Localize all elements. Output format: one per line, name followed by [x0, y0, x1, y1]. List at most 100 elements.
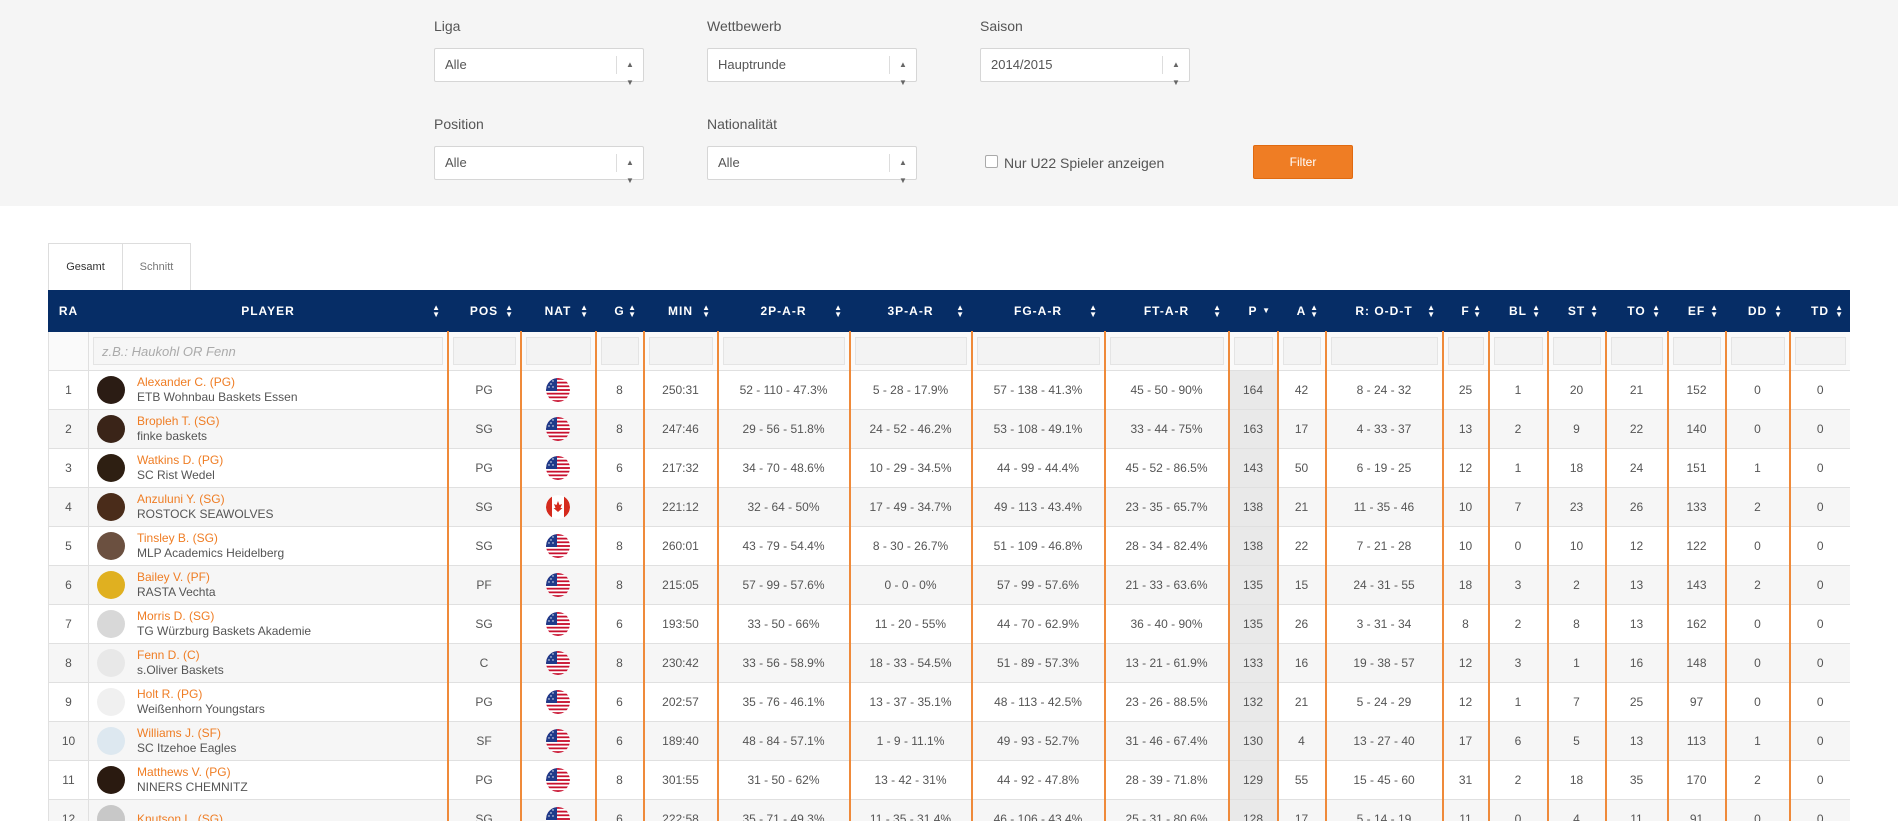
- player-name-link[interactable]: Morris D. (SG): [137, 609, 311, 624]
- a-cell: 22: [1276, 526, 1326, 566]
- column-filter-input[interactable]: [1233, 337, 1273, 365]
- column-filter-input[interactable]: [1330, 337, 1438, 365]
- player-name-link[interactable]: Knutson L. (SG): [137, 812, 223, 821]
- sort-icon: ▲ ▼: [580, 303, 588, 319]
- column-filter-input[interactable]: [1610, 337, 1663, 365]
- table-row: 12 Knutson L. (SG) SG 6 222:58 35 - 71 - 49.3…: [48, 799, 1850, 821]
- column-filter-input[interactable]: [1109, 337, 1224, 365]
- column-header-label: ST: [1567, 304, 1586, 318]
- player-cell: Bailey V. (PF) RASTA Vechta: [88, 565, 448, 605]
- column-header-ef[interactable]: EF ▲ ▼: [1667, 290, 1726, 332]
- column-filter-input[interactable]: [452, 337, 516, 365]
- wettbewerb-select[interactable]: Hauptrunde ▲ ▼: [707, 48, 917, 87]
- column-header-pos[interactable]: POS ▲ ▼: [447, 290, 521, 332]
- saison-select[interactable]: 2014/2015 ▲ ▼: [980, 48, 1190, 87]
- player-avatar: [97, 493, 125, 521]
- column-header-r[interactable]: R: O-D-T ▲ ▼: [1325, 290, 1443, 332]
- player-name-link[interactable]: Holt R. (PG): [137, 687, 265, 702]
- column-filter-input[interactable]: [1730, 337, 1785, 365]
- column-header-min[interactable]: MIN ▲ ▼: [643, 290, 718, 332]
- player-name-link[interactable]: Matthews V. (PG): [137, 765, 248, 780]
- column-filter-input[interactable]: [1447, 337, 1484, 365]
- u22-checkbox[interactable]: [985, 155, 998, 168]
- player-cell: Williams J. (SF) SC Itzehoe Eagles: [88, 721, 448, 761]
- column-header-p2[interactable]: 2P-A-R ▲ ▼: [717, 290, 850, 332]
- player-search-input[interactable]: z.B.: Haukohl OR Fenn: [93, 337, 443, 365]
- column-filter-cell: [642, 331, 718, 371]
- rank-cell: 5: [48, 526, 89, 566]
- column-header-player[interactable]: PLAYER ▲ ▼: [88, 290, 448, 332]
- tab-schnitt[interactable]: Schnitt: [123, 243, 191, 291]
- column-header-label: RA: [58, 304, 79, 318]
- player-name-link[interactable]: Bailey V. (PF): [137, 570, 216, 585]
- column-header-g[interactable]: G ▲ ▼: [595, 290, 644, 332]
- column-header-nat[interactable]: NAT ▲ ▼: [520, 290, 596, 332]
- column-filter-input[interactable]: [1282, 337, 1321, 365]
- column-header-label: NAT: [544, 304, 572, 318]
- column-filter-cell: z.B.: Haukohl OR Fenn: [88, 331, 448, 371]
- filter-button[interactable]: Filter: [1253, 145, 1353, 179]
- rank-cell: 6: [48, 565, 89, 605]
- rank-cell: 7: [48, 604, 89, 644]
- column-header-fg[interactable]: FG-A-R ▲ ▼: [971, 290, 1105, 332]
- r-cell: 8 - 24 - 32: [1324, 370, 1443, 410]
- column-header-label: FG-A-R: [1014, 304, 1062, 318]
- nationalitaet-select[interactable]: Alle ▲ ▼: [707, 146, 917, 185]
- tab-gesamt[interactable]: Gesamt: [48, 243, 123, 291]
- player-avatar: [97, 454, 125, 482]
- fg-cell: 44 - 99 - 44.4%: [970, 448, 1105, 488]
- player-cell: Alexander C. (PG) ETB Wohnbau Baskets Ess…: [88, 370, 448, 410]
- position-select[interactable]: Alle ▲ ▼: [434, 146, 644, 185]
- player-name-link[interactable]: Watkins D. (PG): [137, 453, 223, 468]
- rank-cell: 11: [48, 760, 89, 800]
- column-filter-cell: [1724, 331, 1790, 371]
- column-header-a[interactable]: A ▲ ▼: [1277, 290, 1326, 332]
- g-cell: 6: [594, 487, 644, 527]
- column-filter-input[interactable]: [854, 337, 967, 365]
- column-filter-input[interactable]: [1552, 337, 1601, 365]
- f-cell: 31: [1441, 760, 1489, 800]
- r-cell: 24 - 31 - 55: [1324, 565, 1443, 605]
- p2-cell: 57 - 99 - 57.6%: [716, 565, 850, 605]
- column-filter-input[interactable]: [1672, 337, 1721, 365]
- min-cell: 189:40: [642, 721, 718, 761]
- g-cell: 8: [594, 526, 644, 566]
- f-cell: 12: [1441, 448, 1489, 488]
- column-filter-input[interactable]: [1794, 337, 1846, 365]
- p3-cell: 18 - 33 - 54.5%: [848, 643, 972, 683]
- column-filter-input[interactable]: [722, 337, 845, 365]
- column-filter-input[interactable]: [1493, 337, 1543, 365]
- column-header-p3[interactable]: 3P-A-R ▲ ▼: [849, 290, 972, 332]
- column-filter-input[interactable]: [976, 337, 1100, 365]
- r-cell: 5 - 24 - 29: [1324, 682, 1443, 722]
- sort-icon: ▲ ▼: [1590, 303, 1598, 319]
- player-name-link[interactable]: Bropleh T. (SG): [137, 414, 219, 429]
- column-header-st[interactable]: ST ▲ ▼: [1547, 290, 1606, 332]
- column-header-to[interactable]: TO ▲ ▼: [1605, 290, 1668, 332]
- column-filter-input[interactable]: [648, 337, 713, 365]
- p2-cell: 52 - 110 - 47.3%: [716, 370, 850, 410]
- sort-icon: ▲ ▼: [1089, 303, 1097, 319]
- ef-cell: 148: [1666, 643, 1726, 683]
- column-filter-input[interactable]: [600, 337, 639, 365]
- player-name-link[interactable]: Anzuluni Y. (SG): [137, 492, 273, 507]
- player-avatar: [97, 766, 125, 794]
- player-name-link[interactable]: Tinsley B. (SG): [137, 531, 284, 546]
- column-header-bl[interactable]: BL ▲ ▼: [1488, 290, 1548, 332]
- column-header-ft[interactable]: FT-A-R ▲ ▼: [1104, 290, 1229, 332]
- column-header-p[interactable]: P ▼: [1228, 290, 1278, 332]
- column-header-label: EF: [1687, 304, 1706, 318]
- column-filter-input[interactable]: [525, 337, 591, 365]
- player-cell: Knutson L. (SG): [88, 799, 448, 821]
- u22-checkbox-label[interactable]: Nur U22 Spieler anzeigen: [1004, 155, 1164, 171]
- nationality-cell: [519, 799, 596, 821]
- player-name-link[interactable]: Williams J. (SF): [137, 726, 236, 741]
- column-header-td[interactable]: TD ▲ ▼: [1789, 290, 1850, 332]
- column-header-dd[interactable]: DD ▲ ▼: [1725, 290, 1790, 332]
- column-filter-cell: [519, 331, 596, 371]
- liga-select[interactable]: Alle ▲ ▼: [434, 48, 644, 87]
- pos-cell: SG: [446, 799, 521, 821]
- column-header-f[interactable]: F ▲ ▼: [1442, 290, 1489, 332]
- player-name-link[interactable]: Fenn D. (C): [137, 648, 224, 663]
- player-name-link[interactable]: Alexander C. (PG): [137, 375, 298, 390]
